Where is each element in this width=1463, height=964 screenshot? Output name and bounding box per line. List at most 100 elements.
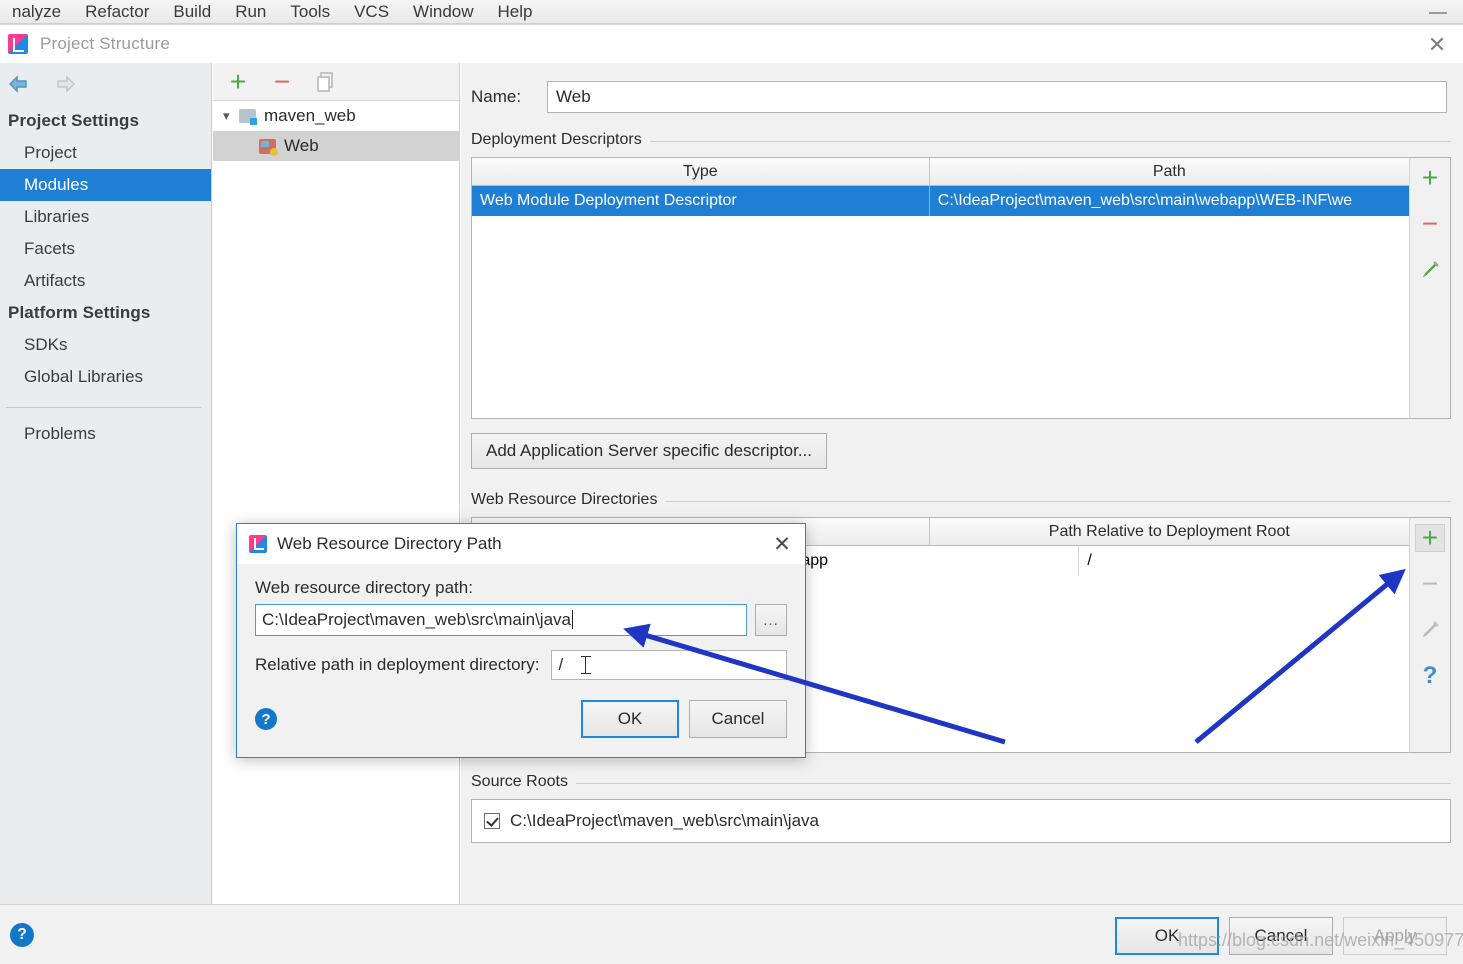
edit-pencil-icon <box>1422 261 1439 278</box>
page-title: Project Structure <box>40 34 171 53</box>
web-resource-directories-title: Web Resource Directories <box>471 491 666 509</box>
table-row[interactable]: Web Module Deployment Descriptor C:\Idea… <box>472 186 1409 216</box>
dialog-body: Web resource directory path: C:\IdeaProj… <box>237 564 805 680</box>
dialog-action-buttons: OK Cancel <box>581 700 787 738</box>
web-resource-directories-toolbar: + − ? <box>1409 517 1451 753</box>
intellij-logo-icon <box>8 34 28 54</box>
sidebar-divider <box>6 407 201 408</box>
web-resource-directory-path-dialog: Web Resource Directory Path ✕ Web resour… <box>236 523 806 758</box>
sidebar-item-artifacts[interactable]: Artifacts <box>0 265 211 297</box>
sidebar-item-project[interactable]: Project <box>0 137 211 169</box>
deployment-descriptors-title: Deployment Descriptors <box>471 131 650 149</box>
sidebar-item-libraries[interactable]: Libraries <box>0 201 211 233</box>
menu-item-help[interactable]: Help <box>486 1 545 23</box>
tree-node-maven-web[interactable]: ▾ maven_web <box>213 101 459 131</box>
ide-menu-bar: nalyze Refactor Build Run Tools VCS Wind… <box>0 0 1463 24</box>
add-module-button[interactable]: + <box>225 65 251 97</box>
column-header-path-relative[interactable]: Path Relative to Deployment Root <box>930 518 1409 545</box>
cell-relative-path: / <box>1087 552 1092 569</box>
browse-button[interactable]: ... <box>755 604 787 636</box>
source-root-checkbox[interactable] <box>484 813 500 829</box>
web-facet-icon <box>259 138 278 156</box>
sidebar-section-platform-settings: Platform Settings <box>8 303 151 322</box>
cell-type: Web Module Deployment Descriptor <box>472 186 930 216</box>
watermark: https://blog.csdn.net/weixin_45097731 <box>1178 930 1463 950</box>
screen-root: nalyze Refactor Build Run Tools VCS Wind… <box>0 0 1463 964</box>
relative-path-input[interactable]: / <box>551 650 787 680</box>
web-resource-directories-help-button[interactable]: ? <box>1415 662 1445 690</box>
edit-web-resource-directory-button[interactable] <box>1415 616 1445 644</box>
help-icon: ? <box>1422 662 1438 689</box>
plus-icon: + <box>229 65 247 97</box>
remove-web-resource-directory-button[interactable]: − <box>1415 570 1445 598</box>
column-header-type[interactable]: Type <box>472 158 930 185</box>
window-restore-icon[interactable] <box>1429 4 1447 14</box>
edit-pencil-icon <box>1422 621 1439 638</box>
remove-descriptor-button[interactable]: − <box>1415 210 1445 238</box>
source-roots-group: Source Roots <box>471 773 1451 791</box>
relative-path-row: Relative path in deployment directory: / <box>255 650 787 680</box>
menu-item-analyze[interactable]: nalyze <box>0 1 73 23</box>
tree-node-label: Web <box>284 136 319 155</box>
menu-item-build[interactable]: Build <box>161 1 223 23</box>
web-resource-directory-path-input[interactable]: C:\IdeaProject\maven_web\src\main\java <box>255 604 747 636</box>
dialog-footer: ? OK Cancel <box>237 700 805 738</box>
relative-path-label: Relative path in deployment directory: <box>255 655 540 674</box>
dialog-help-icon[interactable]: ? <box>255 708 277 730</box>
sidebar-item-global-libraries[interactable]: Global Libraries <box>0 361 211 393</box>
dialog-cancel-button[interactable]: Cancel <box>689 700 787 738</box>
cell-path: C:\IdeaProject\maven_web\src\main\webapp… <box>937 192 1353 209</box>
forward-arrow-icon <box>52 74 78 94</box>
add-web-resource-directory-button[interactable]: + <box>1415 524 1445 552</box>
path-input-row: C:\IdeaProject\maven_web\src\main\java .… <box>255 604 787 636</box>
source-root-row[interactable]: C:\IdeaProject\maven_web\src\main\java <box>471 799 1451 843</box>
deployment-descriptors-table: Type Path Web Module Deployment Descript… <box>471 157 1409 419</box>
module-folder-icon <box>239 109 257 125</box>
text-caret <box>571 610 573 629</box>
tree-node-label: maven_web <box>264 106 356 125</box>
text-cursor-icon <box>581 656 592 674</box>
sidebar-section-project-settings: Project Settings <box>8 111 140 130</box>
edit-descriptor-button[interactable] <box>1415 256 1445 284</box>
chevron-down-icon: ▾ <box>223 108 230 123</box>
remove-module-button[interactable]: − <box>269 65 295 97</box>
menu-item-window[interactable]: Window <box>401 1 485 23</box>
source-root-path: C:\IdeaProject\maven_web\src\main\java <box>510 811 819 830</box>
web-resource-directories-group: Web Resource Directories <box>471 491 1451 509</box>
add-descriptor-button[interactable]: + <box>1415 164 1445 192</box>
sidebar-item-problems[interactable]: Problems <box>0 418 211 450</box>
project-structure-titlebar: Project Structure ✕ <box>0 25 1463 63</box>
sidebar-item-sdks[interactable]: SDKs <box>0 329 211 361</box>
sidebar-item-facets[interactable]: Facets <box>0 233 211 265</box>
project-structure-window: Project Structure ✕ Project Settings Pro… <box>0 24 1463 964</box>
settings-sidebar: Project Settings Project Modules Librari… <box>0 63 212 929</box>
module-settings-content: Name: Deployment Descriptors Type Path W… <box>461 63 1463 929</box>
name-label: Name: <box>471 87 522 106</box>
module-tree-panel: + − ▾ maven_web Web <box>213 63 460 929</box>
menu-item-refactor[interactable]: Refactor <box>73 1 161 23</box>
name-row: Name: <box>461 63 1463 113</box>
help-icon[interactable]: ? <box>10 923 34 947</box>
close-icon[interactable]: ✕ <box>1423 33 1451 57</box>
deployment-descriptors-group: Deployment Descriptors <box>471 131 1451 149</box>
sidebar-navigation <box>0 63 211 105</box>
back-arrow-icon[interactable] <box>6 74 32 94</box>
menu-item-vcs[interactable]: VCS <box>342 1 401 23</box>
tree-node-web[interactable]: Web <box>213 131 459 161</box>
deployment-descriptors-table-wrap: Type Path Web Module Deployment Descript… <box>471 157 1451 419</box>
intellij-logo-icon <box>249 535 267 553</box>
menu-item-run[interactable]: Run <box>223 1 278 23</box>
path-label: Web resource directory path: <box>255 578 473 597</box>
add-application-server-descriptor-button[interactable]: Add Application Server specific descript… <box>471 433 827 469</box>
sidebar-item-modules[interactable]: Modules <box>0 169 211 201</box>
copy-module-button[interactable] <box>313 69 339 95</box>
menu-item-tools[interactable]: Tools <box>278 1 342 23</box>
column-header-path[interactable]: Path <box>930 158 1409 185</box>
dialog-ok-button[interactable]: OK <box>581 700 679 738</box>
add-descriptor-button-row: Add Application Server specific descript… <box>471 433 1451 469</box>
dialog-title: Web Resource Directory Path <box>277 534 502 553</box>
name-input[interactable] <box>547 81 1447 113</box>
deployment-descriptors-toolbar: + − <box>1409 157 1451 419</box>
minus-icon: − <box>273 65 291 97</box>
dialog-close-icon[interactable]: ✕ <box>769 532 795 556</box>
